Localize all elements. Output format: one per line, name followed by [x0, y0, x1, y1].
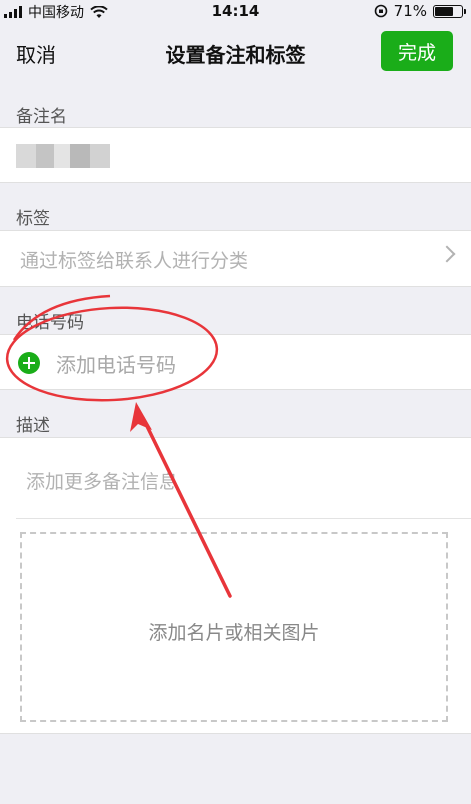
tags-placeholder: 通过标签给联系人进行分类	[20, 250, 249, 272]
tags-label: 标签	[16, 209, 50, 229]
add-photo-area[interactable]: 添加名片或相关图片	[20, 532, 448, 722]
battery-icon	[433, 4, 466, 18]
description-label: 描述	[16, 416, 50, 436]
divider	[16, 518, 471, 519]
annotation-arrow-head	[130, 402, 152, 432]
add-phone-row[interactable]: 添加电话号码	[0, 334, 471, 390]
done-button[interactable]: 完成	[381, 31, 453, 71]
add-phone-label: 添加电话号码	[56, 353, 176, 377]
orientation-lock-icon	[374, 4, 387, 18]
remark-name-field[interactable]	[0, 127, 471, 183]
battery-fill	[435, 6, 454, 16]
plus-icon	[18, 352, 40, 374]
chevron-right-icon	[438, 245, 456, 263]
add-photo-label: 添加名片或相关图片	[148, 622, 320, 644]
battery-percent: 71%	[393, 2, 427, 20]
tags-row[interactable]: 通过标签给联系人进行分类	[0, 230, 471, 287]
status-bar: 中国移动 14:14 71%	[0, 0, 471, 22]
description-input[interactable]: 添加更多备注信息	[26, 467, 178, 494]
cancel-button[interactable]: 取消	[16, 39, 56, 68]
status-right: 71%	[374, 2, 466, 20]
redacted-name	[16, 144, 110, 168]
nav-bar: 取消 设置备注和标签 完成	[0, 22, 471, 84]
remark-label: 备注名	[16, 107, 67, 127]
phone-label: 电话号码	[16, 313, 84, 333]
